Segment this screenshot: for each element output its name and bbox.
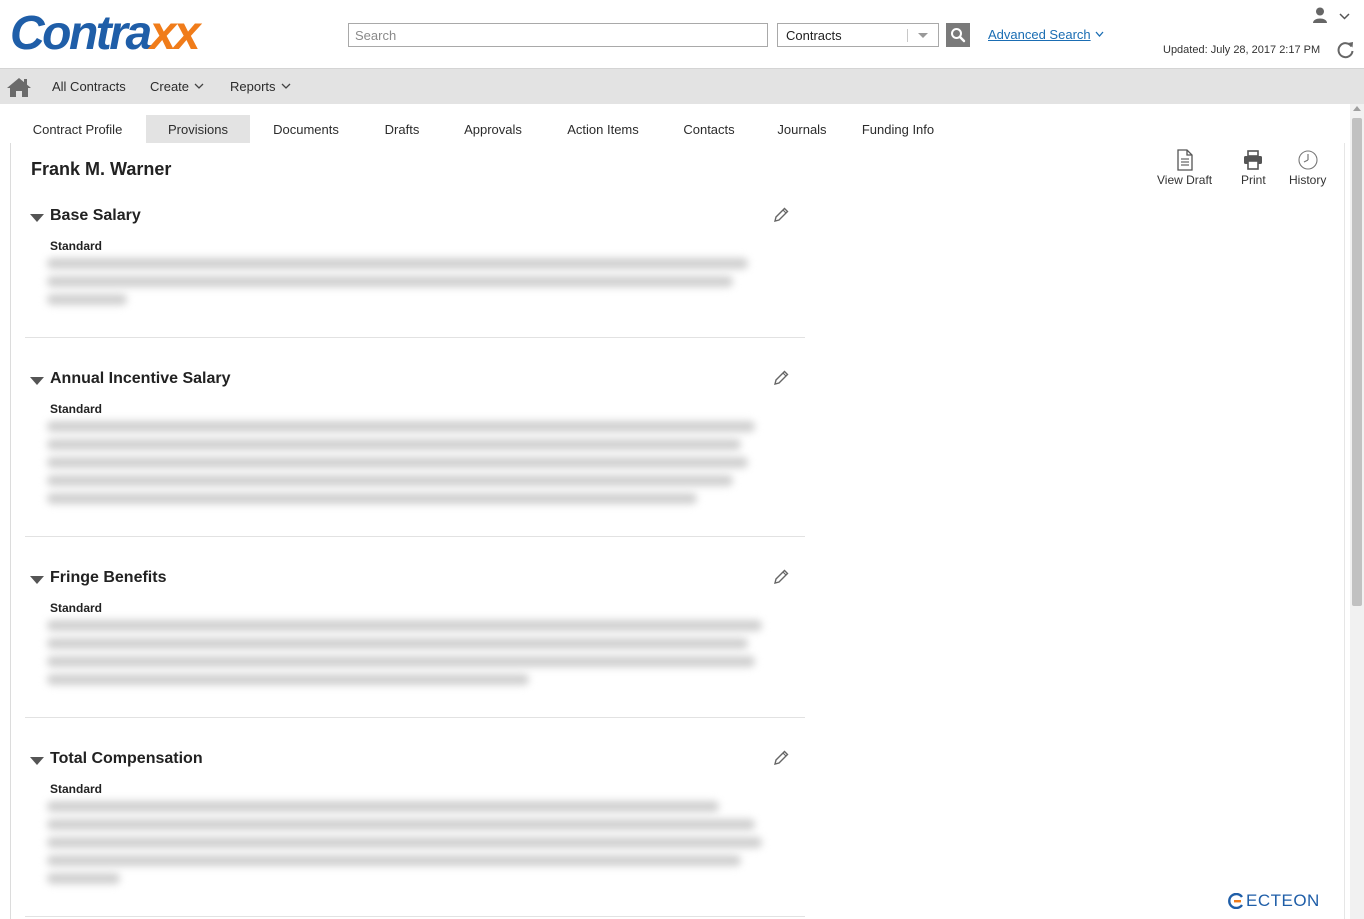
collapse-toggle-icon[interactable]: [30, 757, 44, 765]
redacted-text-block: [47, 801, 777, 891]
redacted-line: [47, 801, 719, 812]
redacted-line: [47, 439, 741, 450]
redacted-text-block: [47, 620, 777, 692]
tab-funding-info[interactable]: Funding Info: [852, 115, 944, 144]
contract-tabs: Contract Profile Provisions Documents Dr…: [10, 115, 1345, 144]
section-title: Annual Incentive Salary: [50, 370, 231, 387]
search-icon: [951, 28, 966, 43]
section-title: Base Salary: [50, 207, 141, 224]
redacted-line: [47, 276, 734, 287]
refresh-button[interactable]: [1336, 40, 1356, 60]
redacted-line: [47, 855, 741, 866]
pencil-icon: [774, 370, 789, 385]
nav-create[interactable]: Create: [150, 79, 204, 94]
tab-contract-profile[interactable]: Contract Profile: [18, 115, 137, 144]
section-title: Total Compensation: [50, 750, 203, 767]
provisions-panel: Frank M. Warner View Draft Print History…: [10, 143, 1345, 919]
redacted-line: [47, 837, 763, 848]
ecteon-mark-icon: [1228, 893, 1243, 909]
view-draft-button[interactable]: View Draft: [1157, 149, 1212, 187]
provision-section-annual-incentive: Annual Incentive Salary Standard: [25, 366, 805, 537]
tab-approvals[interactable]: Approvals: [452, 115, 534, 144]
edit-button[interactable]: [772, 369, 790, 387]
redacted-text-block: [47, 421, 777, 511]
advanced-search-link[interactable]: Advanced Search: [988, 27, 1104, 42]
provision-section-total-compensation: Total Compensation Standard: [25, 746, 805, 917]
collapse-toggle-icon[interactable]: [30, 377, 44, 385]
select-divider: [907, 29, 908, 42]
ecteon-logo: ECTEON: [1228, 891, 1320, 911]
redacted-line: [47, 656, 756, 667]
redacted-line: [47, 294, 128, 305]
user-menu[interactable]: [1312, 6, 1354, 26]
redacted-line: [47, 674, 529, 685]
tab-drafts[interactable]: Drafts: [370, 115, 434, 144]
nav-create-label: Create: [150, 79, 190, 94]
redacted-line: [47, 819, 756, 830]
user-icon: [1313, 7, 1350, 23]
document-icon: [1176, 149, 1193, 171]
redacted-line: [47, 638, 748, 649]
redacted-line: [47, 475, 734, 486]
ecteon-logo-text: ECTEON: [1246, 891, 1320, 910]
redacted-line: [47, 620, 763, 631]
history-label: History: [1289, 173, 1327, 187]
chevron-down-icon: [918, 33, 928, 38]
tab-documents[interactable]: Documents: [260, 115, 352, 144]
printer-icon: [1244, 150, 1263, 170]
contraxx-logo[interactable]: Contraxx: [10, 8, 201, 60]
page-title: Frank M. Warner: [31, 159, 172, 179]
tab-journals[interactable]: Journals: [766, 115, 838, 144]
redacted-text-block: [47, 258, 777, 312]
collapse-toggle-icon[interactable]: [30, 576, 44, 584]
section-subtitle: Standard: [50, 601, 103, 615]
print-button[interactable]: Print: [1241, 149, 1266, 187]
view-draft-label: View Draft: [1157, 173, 1213, 187]
main-nav: All Contracts Create Reports: [0, 68, 1364, 104]
collapse-toggle-icon[interactable]: [30, 214, 44, 222]
pencil-icon: [774, 750, 789, 765]
search-scope-select[interactable]: Contracts: [777, 23, 939, 47]
advanced-search-label: Advanced Search: [988, 27, 1091, 42]
scroll-up-arrow-icon[interactable]: [1353, 106, 1361, 111]
provision-section-base-salary: Base Salary Standard: [25, 203, 805, 338]
chevron-down-icon: [1095, 31, 1104, 37]
tab-contacts[interactable]: Contacts: [674, 115, 744, 144]
edit-button[interactable]: [772, 749, 790, 767]
nav-reports[interactable]: Reports: [230, 79, 291, 94]
nav-all-contracts[interactable]: All Contracts: [52, 79, 126, 94]
section-title: Fringe Benefits: [50, 569, 167, 586]
history-button[interactable]: History: [1289, 149, 1326, 187]
search-scope-value: Contracts: [786, 28, 842, 43]
clock-icon: [1298, 150, 1318, 170]
redacted-line: [47, 421, 756, 432]
provision-section-fringe-benefits: Fringe Benefits Standard: [25, 565, 805, 718]
pencil-icon: [774, 569, 789, 584]
scrollbar-thumb[interactable]: [1352, 118, 1362, 606]
edit-button[interactable]: [772, 568, 790, 586]
chevron-down-icon: [281, 83, 290, 89]
redacted-line: [47, 457, 748, 468]
chevron-down-icon: [194, 83, 204, 89]
app-header: Contraxx Contracts Advanced Search Updat…: [0, 0, 1364, 68]
search-input[interactable]: [348, 23, 768, 47]
redacted-line: [47, 258, 748, 269]
section-subtitle: Standard: [50, 782, 103, 796]
home-button[interactable]: [6, 76, 32, 98]
search-button[interactable]: [946, 23, 970, 47]
refresh-icon: [1337, 42, 1354, 59]
section-subtitle: Standard: [50, 239, 103, 253]
last-updated-text: Updated: July 28, 2017 2:17 PM: [1163, 44, 1321, 56]
nav-all-contracts-label: All Contracts: [52, 79, 126, 94]
print-label: Print: [1241, 173, 1266, 187]
section-subtitle: Standard: [50, 402, 103, 416]
pencil-icon: [774, 207, 789, 222]
redacted-line: [47, 493, 697, 504]
nav-reports-label: Reports: [230, 79, 276, 94]
tab-action-items[interactable]: Action Items: [556, 115, 650, 144]
edit-button[interactable]: [772, 206, 790, 224]
redacted-line: [47, 873, 120, 884]
home-icon: [7, 78, 31, 97]
tab-provisions[interactable]: Provisions: [146, 115, 250, 144]
